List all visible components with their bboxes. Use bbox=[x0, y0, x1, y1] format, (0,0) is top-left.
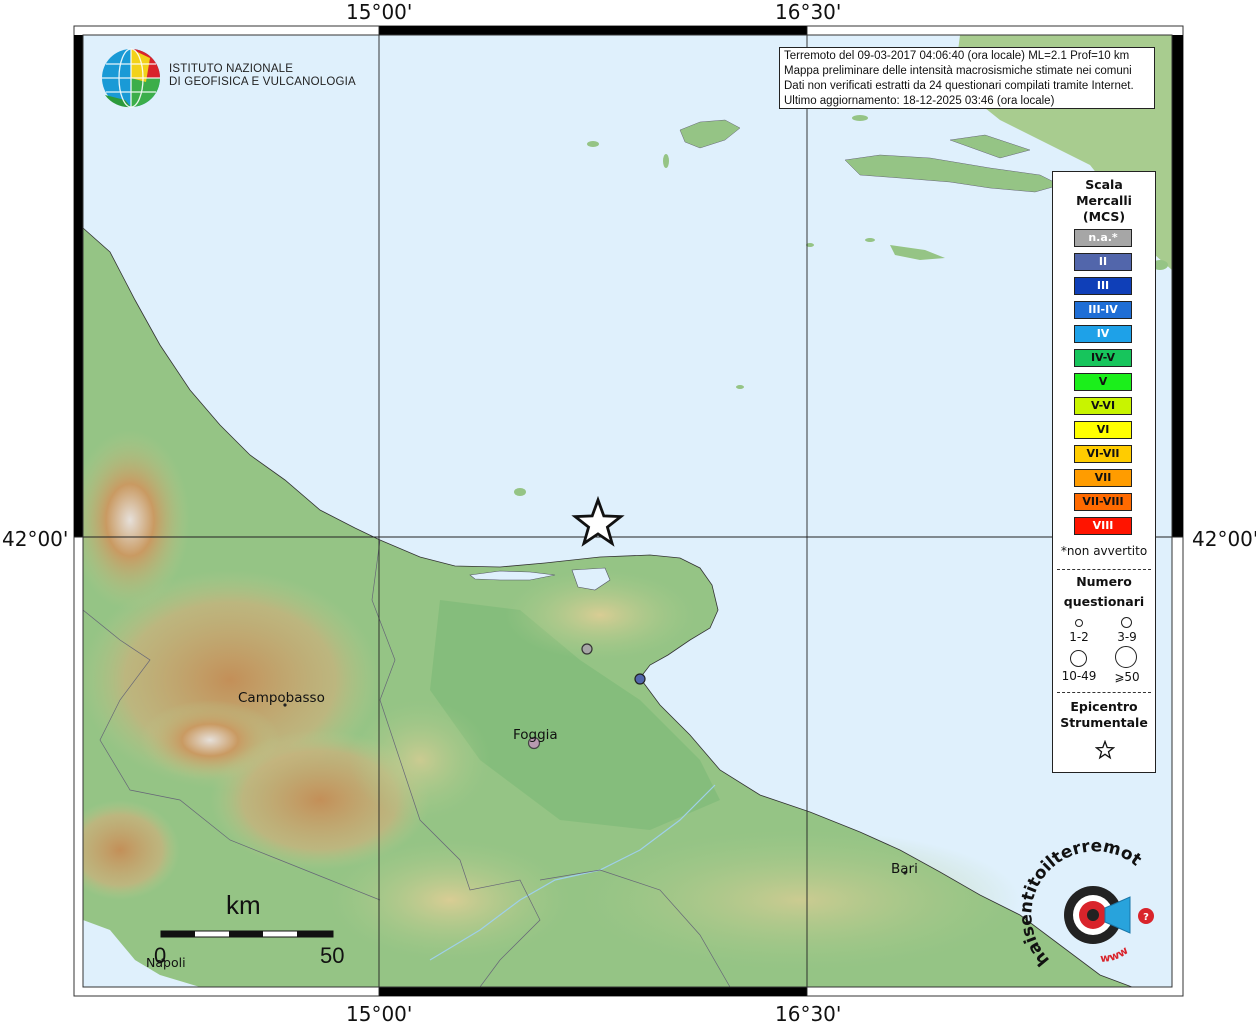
count-label-1-2: 1-2 bbox=[1069, 630, 1089, 644]
scale-max: 50 bbox=[320, 943, 345, 968]
event-info-line4: Ultimo aggiornamento: 18-12-2025 03:46 (… bbox=[784, 95, 1055, 107]
ingv-globe-icon bbox=[102, 48, 160, 108]
count-circle-medium bbox=[1121, 617, 1132, 628]
mcs-swatch: VI-VII bbox=[1074, 445, 1132, 463]
count-label-50: ⩾50 bbox=[1114, 670, 1140, 684]
mcs-swatch: V-VI bbox=[1074, 397, 1132, 415]
legend-separator bbox=[1057, 692, 1151, 693]
count-circle-xlarge bbox=[1115, 646, 1137, 668]
mcs-swatch: II bbox=[1074, 253, 1132, 271]
lon-label-bottom-1630: 16°30' bbox=[775, 1002, 842, 1026]
legend-title-line2: Mercalli bbox=[1076, 193, 1132, 208]
count-title-2: questionari bbox=[1063, 594, 1145, 609]
count-circle-large bbox=[1070, 650, 1087, 667]
mcs-swatch: IV bbox=[1074, 325, 1132, 343]
lon-label-bottom-1500: 15°00' bbox=[346, 1002, 413, 1026]
ingv-line2: DI GEOFISICA E VULCANOLOGIA bbox=[169, 76, 356, 88]
event-info-line1: Terremoto del 09-03-2017 04:06:40 (ora l… bbox=[784, 50, 1130, 62]
epicenter-title-1: Epicentro bbox=[1070, 699, 1138, 714]
mcs-swatch: VII bbox=[1074, 469, 1132, 487]
lon-label-top-1630: 16°30' bbox=[775, 0, 842, 24]
observation-point[interactable] bbox=[581, 643, 593, 655]
mcs-swatch: VI bbox=[1074, 421, 1132, 439]
legend-title: Scala Mercalli (MCS) bbox=[1053, 177, 1155, 225]
mcs-swatch: IV-V bbox=[1074, 349, 1132, 367]
ingv-name: ISTITUTO NAZIONALE DI GEOFISICA E VULCAN… bbox=[169, 63, 356, 89]
scale-unit: km bbox=[226, 890, 261, 920]
scale-min: 0 bbox=[154, 943, 167, 968]
mcs-swatch: III bbox=[1074, 277, 1132, 295]
event-info-box: Terremoto del 09-03-2017 04:06:40 (ora l… bbox=[779, 47, 1155, 109]
observation-point[interactable] bbox=[634, 673, 646, 685]
event-info-line2: Mappa preliminare delle intensità macros… bbox=[784, 65, 1132, 77]
mcs-swatch: VII-VIII bbox=[1074, 493, 1132, 511]
legend-title-line1: Scala bbox=[1085, 177, 1123, 192]
city-bari: Bari bbox=[891, 861, 918, 877]
na-note: *non avvertito bbox=[1060, 544, 1148, 558]
count-circle-small bbox=[1075, 619, 1083, 627]
city-campobasso: Campobasso bbox=[238, 690, 325, 706]
svg-text:?: ? bbox=[1143, 912, 1149, 923]
mcs-swatch: V bbox=[1074, 373, 1132, 391]
event-info-line3: Dati non verificati estratti da 24 quest… bbox=[784, 80, 1134, 92]
count-label-3-9: 3-9 bbox=[1117, 630, 1137, 644]
legend-title-line3: (MCS) bbox=[1082, 209, 1126, 224]
ingv-line1: ISTITUTO NAZIONALE bbox=[169, 63, 294, 75]
mcs-swatch: VIII bbox=[1074, 517, 1132, 535]
lat-label-right-4200: 42°00' bbox=[1192, 527, 1256, 551]
city-foggia: Foggia bbox=[513, 727, 558, 743]
mcs-swatch: n.a.* bbox=[1074, 229, 1132, 247]
scale-bar bbox=[160, 930, 334, 938]
lon-label-top-1500: 15°00' bbox=[346, 0, 413, 24]
legend: Scala Mercalli (MCS) n.a.* II III III-IV IV I… bbox=[1052, 171, 1156, 773]
lat-label-left-4200: 42°00' bbox=[2, 527, 69, 551]
mcs-swatch: III-IV bbox=[1074, 301, 1132, 319]
epicenter-title-2: Strumentale bbox=[1060, 715, 1148, 730]
count-title-1: Numero bbox=[1076, 574, 1132, 589]
count-label-10-49: 10-49 bbox=[1061, 669, 1097, 683]
star-icon bbox=[1095, 740, 1115, 760]
legend-separator bbox=[1057, 569, 1151, 570]
